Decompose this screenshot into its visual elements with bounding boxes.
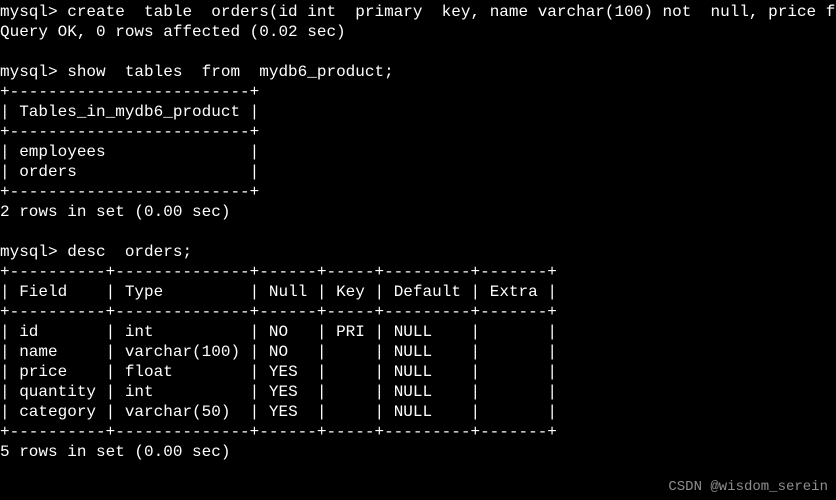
sql-show-tables: show tables from mydb6_product; xyxy=(67,63,393,81)
cell-null: YES xyxy=(269,383,298,401)
cell-default: NULL xyxy=(394,343,432,361)
cell-field: name xyxy=(19,343,57,361)
cell-type: varchar(50) xyxy=(125,403,231,421)
cell-default: NULL xyxy=(394,403,432,421)
col-field: Field xyxy=(19,283,67,301)
cell-type: int xyxy=(125,323,154,341)
col-type: Type xyxy=(125,283,163,301)
cell-default: NULL xyxy=(394,363,432,381)
table-row: employees xyxy=(19,143,105,161)
prompt: mysql> xyxy=(0,3,58,21)
col-key: Key xyxy=(336,283,365,301)
sql-create-table: create table orders(id int primary key, … xyxy=(67,3,836,21)
cell-type: float xyxy=(125,363,173,381)
cell-type: varchar(100) xyxy=(125,343,240,361)
cell-default: NULL xyxy=(394,383,432,401)
cell-field: quantity xyxy=(19,383,96,401)
watermark-text: CSDN @wisdom_serein xyxy=(668,479,828,497)
cell-type: int xyxy=(125,383,154,401)
sql-desc: desc orders; xyxy=(67,243,192,261)
prompt: mysql> xyxy=(0,63,58,81)
cell-field: category xyxy=(19,403,96,421)
table-row: orders xyxy=(19,163,77,181)
query-result: Query OK, 0 rows affected (0.02 sec) xyxy=(0,23,346,41)
terminal-output[interactable]: mysql> create table orders(id int primar… xyxy=(0,0,836,462)
col-default: Default xyxy=(394,283,461,301)
cell-null: YES xyxy=(269,363,298,381)
cell-key: PRI xyxy=(336,323,365,341)
cell-field: id xyxy=(19,323,38,341)
cell-default: NULL xyxy=(394,323,432,341)
query-result: 2 rows in set (0.00 sec) xyxy=(0,203,230,221)
col-null: Null xyxy=(269,283,307,301)
cell-field: price xyxy=(19,363,67,381)
prompt: mysql> xyxy=(0,243,58,261)
col-extra: Extra xyxy=(490,283,538,301)
cell-null: NO xyxy=(269,343,288,361)
cell-null: YES xyxy=(269,403,298,421)
cell-null: NO xyxy=(269,323,288,341)
query-result: 5 rows in set (0.00 sec) xyxy=(0,443,230,461)
tables-column-header: Tables_in_mydb6_product xyxy=(19,103,240,121)
